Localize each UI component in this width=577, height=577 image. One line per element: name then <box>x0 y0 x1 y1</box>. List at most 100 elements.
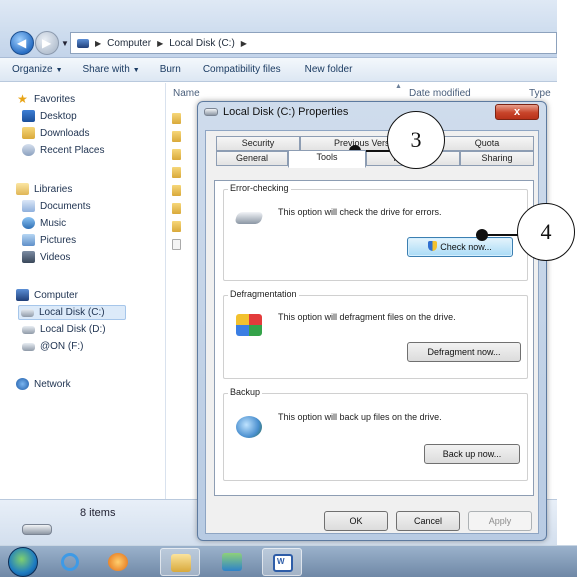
folder-icon[interactable] <box>172 131 181 142</box>
defragmentation-description: This option will defragment files on the… <box>278 312 456 322</box>
folder-icon[interactable] <box>172 149 181 160</box>
back-up-now-button[interactable]: Back up now... <box>424 444 520 464</box>
videos-icon <box>22 251 35 263</box>
nav-desktop[interactable]: Desktop <box>22 110 77 122</box>
address-bar-area: ◀ ▶ ▼ ▶ Computer ▶ Local Disk (C:) ▶ <box>0 0 557 58</box>
file-icon[interactable] <box>172 239 181 250</box>
nav-music[interactable]: Music <box>22 217 66 229</box>
tab-quota[interactable]: Quota <box>440 136 534 151</box>
check-now-label: Check now... <box>440 242 492 252</box>
back-arrow-icon: ◀ <box>17 36 27 50</box>
folder-icon[interactable] <box>172 221 181 232</box>
nav-recent-places[interactable]: Recent Places <box>22 144 104 156</box>
folder-icon[interactable] <box>172 203 181 214</box>
address-field[interactable]: ▶ Computer ▶ Local Disk (C:) ▶ <box>70 32 557 54</box>
pictures-icon <box>22 234 35 246</box>
nav-videos[interactable]: Videos <box>22 251 70 263</box>
nav-label: Computer <box>34 289 78 301</box>
nav-label: Favorites <box>34 93 76 105</box>
chevron-right-icon: ▶ <box>95 38 102 48</box>
folder-icon[interactable] <box>172 167 181 178</box>
tab-sharing[interactable]: Sharing <box>460 151 534 166</box>
item-count: 8 items <box>80 507 116 519</box>
tab-tools[interactable]: Tools <box>288 150 366 168</box>
breadcrumb-local-disk[interactable]: Local Disk (C:) <box>169 38 235 49</box>
computer-icon <box>16 289 29 301</box>
apply-button[interactable]: Apply <box>468 511 532 531</box>
backup-description: This option will back up files on the dr… <box>278 412 442 422</box>
recent-places-icon <box>22 144 35 156</box>
nav-network[interactable]: Network <box>16 378 71 390</box>
uac-shield-icon <box>428 241 438 251</box>
nav-documents[interactable]: Documents <box>22 200 91 212</box>
nav-label: Local Disk (C:) <box>39 307 105 318</box>
new-folder-button[interactable]: New folder <box>305 64 353 75</box>
share-with-menu[interactable]: Share with ▼ <box>83 64 140 75</box>
folder-icon[interactable] <box>172 185 181 196</box>
nav-label: Desktop <box>40 110 77 122</box>
tools-tab-panel: Error-checking This option will check th… <box>214 180 534 496</box>
nav-label: Downloads <box>40 127 90 139</box>
nav-label: Libraries <box>34 183 73 195</box>
taskbar-word[interactable]: W <box>262 548 302 576</box>
start-button[interactable] <box>8 547 38 577</box>
word-document-icon: W <box>273 554 293 572</box>
callout-4: 4 <box>517 203 575 261</box>
tab-security[interactable]: Security <box>216 136 300 151</box>
ok-button[interactable]: OK <box>324 511 388 531</box>
breadcrumb-computer[interactable]: Computer <box>107 38 151 49</box>
command-bar: Organize ▼ Share with ▼ Burn Compatibility… <box>0 58 557 82</box>
nav-drive-f[interactable]: @ON (F:) <box>22 341 83 352</box>
burn-button[interactable]: Burn <box>160 64 181 75</box>
nav-label: Pictures <box>40 234 77 246</box>
back-button[interactable]: ◀ <box>10 31 34 55</box>
check-now-button[interactable]: Check now... <box>407 237 513 257</box>
downloads-folder-icon <box>22 127 35 139</box>
chevron-right-icon: ▶ <box>240 38 247 48</box>
defragmentation-group: Defragmentation This option will defragm… <box>223 289 528 379</box>
close-button[interactable]: x <box>495 104 539 120</box>
organize-menu[interactable]: Organize ▼ <box>12 64 63 75</box>
defragmentation-legend: Defragmentation <box>228 289 299 299</box>
compatibility-files-button[interactable]: Compatibility files <box>203 64 281 75</box>
nav-label: @ON (F:) <box>40 341 84 352</box>
nav-libraries[interactable]: Libraries <box>16 183 72 195</box>
recent-pages-dropdown-icon[interactable]: ▼ <box>61 39 69 48</box>
nav-label: Documents <box>40 200 91 212</box>
column-type[interactable]: Type <box>529 88 551 99</box>
column-date-modified[interactable]: Date modified <box>409 88 471 99</box>
nav-favorites[interactable]: ★ Favorites <box>16 93 75 105</box>
error-checking-legend: Error-checking <box>228 183 291 193</box>
backup-legend: Backup <box>228 387 263 397</box>
cancel-button[interactable]: Cancel <box>396 511 460 531</box>
tab-general[interactable]: General <box>216 151 288 166</box>
sort-arrow-icon: ▲ <box>395 83 402 90</box>
nav-local-disk-d[interactable]: Local Disk (D:) <box>22 324 106 335</box>
media-player-icon <box>108 553 128 571</box>
callout-3: 3 <box>387 111 445 169</box>
nav-label: Recent Places <box>40 144 105 156</box>
drive-icon <box>21 308 34 317</box>
forward-button[interactable]: ▶ <box>35 31 59 55</box>
nav-downloads[interactable]: Downloads <box>22 127 89 139</box>
nav-pictures[interactable]: Pictures <box>22 234 76 246</box>
internet-explorer-icon <box>61 553 79 571</box>
taskbar-internet-explorer[interactable] <box>50 548 90 576</box>
column-name[interactable]: Name <box>173 88 200 99</box>
defragment-now-button[interactable]: Defragment now... <box>407 342 521 362</box>
taskbar-games[interactable] <box>212 548 252 576</box>
computer-icon <box>77 38 89 48</box>
nav-local-disk-c[interactable]: Local Disk (C:) <box>18 305 126 320</box>
folder-icon[interactable] <box>172 113 181 124</box>
taskbar-media-player[interactable] <box>98 548 138 576</box>
libraries-icon <box>16 183 29 195</box>
share-with-label: Share with <box>82 64 130 75</box>
dialog-body: Security Previous Versions Quota General… <box>205 130 539 534</box>
word-icon-letter: W <box>277 557 285 566</box>
chevron-right-icon: ▶ <box>157 38 164 48</box>
chevron-down-icon: ▼ <box>132 67 140 74</box>
removable-drive-icon <box>22 342 35 351</box>
taskbar-windows-explorer[interactable] <box>160 548 200 576</box>
nav-computer[interactable]: Computer <box>16 289 78 301</box>
nav-label: Music <box>40 217 67 229</box>
